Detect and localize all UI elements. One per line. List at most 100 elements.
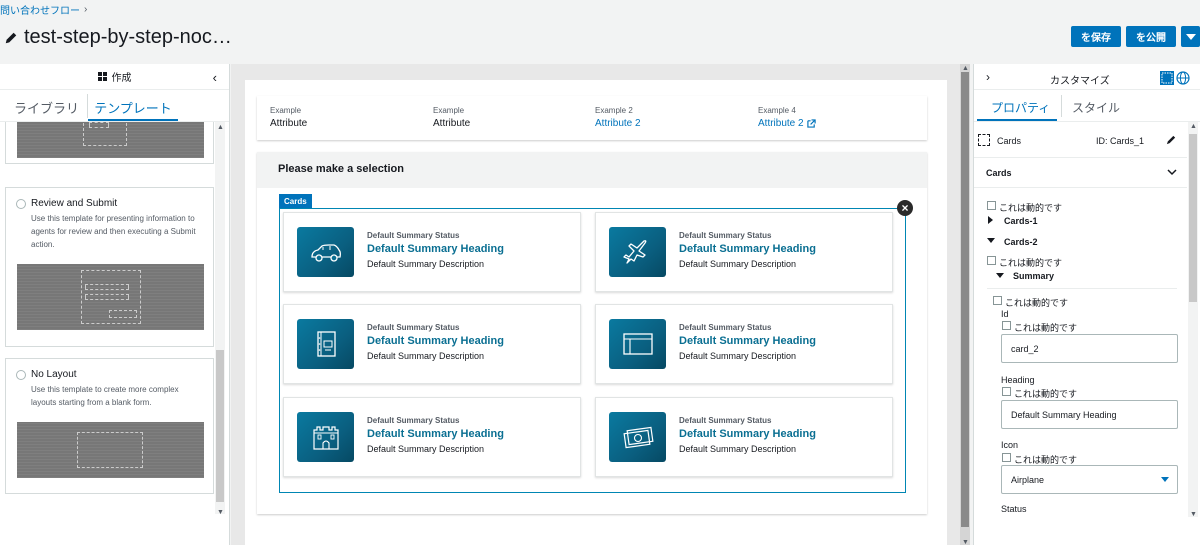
scrollbar-thumb[interactable] [1189,134,1197,302]
scroll-up-icon[interactable]: ▲ [962,65,969,72]
attribute-bar: Example Attribute Example Attribute Exam… [257,96,927,140]
breadcrumb: 問い合わせフロー › [0,2,87,17]
template-card-no-layout[interactable]: No Layout Use this template to create mo… [5,358,214,494]
card-icon-tile [297,412,354,462]
card-description: Default Summary Description [679,351,797,361]
properties-scrollbar[interactable]: ▲ ▼ [1188,122,1198,518]
summary-card[interactable]: Default Summary Status Default Summary H… [283,212,581,292]
card-heading: Default Summary Heading [679,335,816,347]
title-row: test-step-by-step-noc… [4,26,232,49]
attribute-link[interactable]: Attribute 2 [758,118,816,129]
collapse-caret-icon[interactable] [996,273,1004,278]
heading-input[interactable]: Default Summary Heading [1001,400,1178,429]
attribute-item: Example 4 Attribute 2 [758,106,816,129]
template-radio[interactable] [16,370,26,380]
chevron-down-icon[interactable] [1167,167,1177,177]
more-actions-dropdown-button[interactable] [1181,26,1200,47]
template-list-scrollbar[interactable]: ▲ ▼ [215,122,225,516]
external-link-icon[interactable] [806,119,816,128]
tab-style[interactable]: スタイル [1072,99,1120,116]
cards-component[interactable]: Default Summary Status Default Summary H… [279,208,906,493]
id-input[interactable]: card_2 [1001,334,1178,363]
car-icon [310,244,341,262]
breadcrumb-link[interactable]: 問い合わせフロー [0,2,80,17]
summary-card[interactable]: Default Summary Status Default Summary H… [595,304,893,384]
field-label-status: Status [1001,504,1027,514]
left-panel-header: 作成 ‹ [0,64,229,90]
scroll-up-icon[interactable]: ▲ [217,124,224,131]
attribute-link-text[interactable]: Attribute 2 [758,118,804,129]
chevron-right-icon: › [84,4,88,15]
card-description: Default Summary Description [679,259,797,269]
template-card-partial[interactable] [5,122,214,164]
globe-icon[interactable] [1176,71,1190,85]
collapse-left-icon[interactable]: ‹ [213,70,217,85]
scrollbar-thumb[interactable] [216,350,224,502]
remove-component-close-icon[interactable]: × [897,200,913,216]
field-label-icon: Icon [1001,440,1019,450]
form-preview: Example Attribute Example Attribute Exam… [245,80,947,545]
publish-button[interactable]: を公開 [1126,26,1176,47]
summary-card[interactable]: Default Summary Status Default Summary H… [283,397,581,477]
tree-item-cards-2[interactable]: Cards-2 [1004,237,1038,247]
canvas-scrollbar[interactable]: ▲ ▼ [960,64,970,545]
scroll-down-icon[interactable]: ▼ [217,509,224,516]
preview-outline [85,294,129,300]
dynamic-checkbox[interactable] [993,296,1002,305]
card-status: Default Summary Status [679,323,772,332]
summary-card[interactable]: Default Summary Status Default Summary H… [283,304,581,384]
dynamic-checkbox[interactable] [1002,453,1011,462]
attribute-label: Example [270,106,302,115]
selected-component-row: Cards ID: Cards_1 [978,134,1183,150]
summary-card[interactable]: Default Summary Status Default Summary H… [595,397,893,477]
edit-id-pencil-icon[interactable] [1166,134,1177,145]
desktop-view-icon[interactable] [1160,71,1174,85]
tree-item-cards-1[interactable]: Cards-1 [1004,216,1038,226]
template-preview [17,264,204,330]
tab-properties[interactable]: プロパティ [991,99,1050,116]
pencil-icon[interactable] [4,31,18,45]
expand-right-icon[interactable]: › [986,70,990,84]
template-card-review-submit[interactable]: Review and Submit Use this template for … [5,187,214,347]
castle-icon [312,426,339,450]
scroll-down-icon[interactable]: ▼ [1190,511,1197,518]
browser-window-icon [622,333,653,355]
icon-select[interactable]: Airplane [1001,465,1178,494]
field-label-heading: Heading [1001,375,1035,385]
card-icon-tile [609,319,666,369]
dynamic-checkbox[interactable] [987,256,996,265]
expand-right-caret-icon[interactable] [988,216,993,224]
scrollbar-thumb[interactable] [961,72,969,527]
preview-outline [89,122,109,128]
selection-section: Please make a selection Cards Default Su… [257,152,927,514]
money-icon [622,426,654,449]
attribute-label: Example 4 [758,106,796,115]
template-preview [17,122,204,158]
save-button[interactable]: を保存 [1071,26,1121,47]
dynamic-checkbox[interactable] [987,201,996,210]
grid-icon [97,72,107,81]
tab-templates[interactable]: テンプレート [88,90,178,121]
collapse-caret-icon[interactable] [987,238,995,243]
preview-outline [109,310,137,318]
attribute-item: Example Attribute [270,106,307,129]
dynamic-checkbox[interactable] [1002,321,1011,330]
cards-component-tag[interactable]: Cards [279,194,312,208]
template-description: Use this template for presenting informa… [31,214,196,249]
attribute-link[interactable]: Attribute 2 [595,118,641,129]
template-radio[interactable] [16,199,26,209]
card-status: Default Summary Status [679,416,772,425]
dynamic-checkbox[interactable] [1002,387,1011,396]
section-title: Cards [986,168,1012,178]
notebook-icon [316,331,336,357]
tree-item-summary[interactable]: Summary [1013,271,1054,281]
scroll-down-icon[interactable]: ▼ [962,539,969,545]
caret-down-icon [1161,477,1169,482]
tab-library[interactable]: ライブラリ [0,94,88,118]
summary-card[interactable]: Default Summary Status Default Summary H… [595,212,893,292]
cards-section-header[interactable]: Cards [974,157,1187,188]
card-icon-tile [609,412,666,462]
template-list: Review and Submit Use this template for … [0,122,230,514]
scroll-up-icon[interactable]: ▲ [1190,123,1197,130]
dynamic-label: これは動的です [999,258,1063,268]
